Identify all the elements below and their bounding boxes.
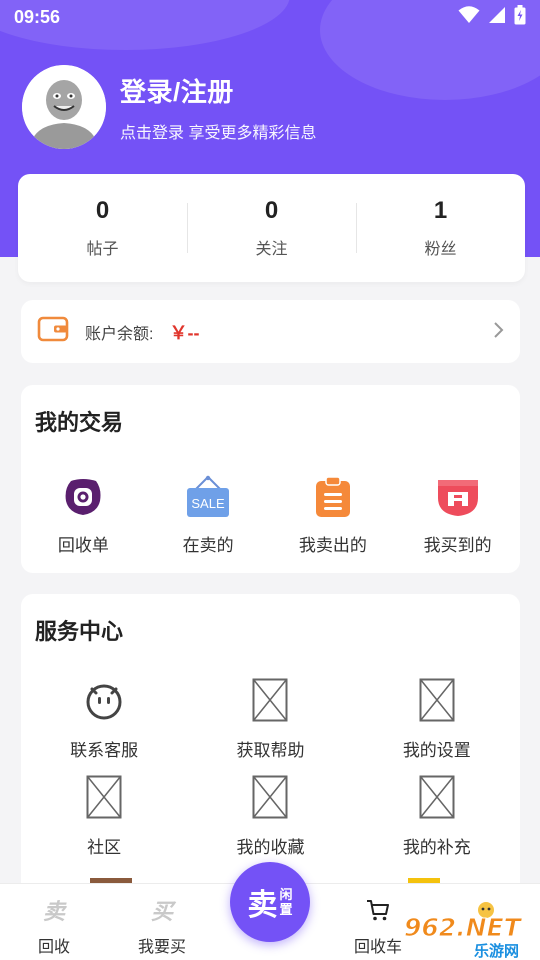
svg-text:卖: 卖 xyxy=(43,900,68,922)
image-placeholder-icon xyxy=(82,775,126,819)
image-placeholder-icon xyxy=(415,678,459,722)
sell-idle-button[interactable]: 卖 闲 置 xyxy=(230,862,310,942)
trade-item-label: 我卖出的 xyxy=(298,536,367,555)
trade-item-label: 我买到的 xyxy=(423,536,492,555)
purchased-bag-icon xyxy=(436,475,480,519)
trade-item-bought[interactable]: 我买到的 xyxy=(395,475,520,556)
service-item-label: 我的收藏 xyxy=(236,838,305,857)
my-trades-section: 我的交易 回收单 SALE 在卖的 我卖出的 我买到的 xyxy=(21,385,520,573)
nav-label: 我要买 xyxy=(137,939,186,956)
clipboard-icon xyxy=(311,475,355,519)
image-placeholder-icon xyxy=(248,678,292,722)
svg-text:962.NET: 962.NET xyxy=(404,913,523,942)
cart-icon xyxy=(365,898,391,927)
service-item-community[interactable]: 社区 xyxy=(21,775,187,872)
sell-button-main: 卖 xyxy=(247,889,278,922)
stat-value: 1 xyxy=(433,197,448,224)
sell-char-icon: 卖 xyxy=(39,898,69,927)
service-item-label: 获取帮助 xyxy=(236,741,305,760)
stat-label: 关注 xyxy=(255,241,288,258)
balance-value: ￥-- xyxy=(169,322,200,343)
service-item-label: 社区 xyxy=(87,838,122,857)
service-item-get-help[interactable]: 获取帮助 xyxy=(187,678,353,775)
stat-value: 0 xyxy=(95,197,110,224)
service-item-label: 联系客服 xyxy=(70,741,139,760)
account-balance-row[interactable]: 账户余额: ￥-- xyxy=(21,300,520,363)
trade-item-label: 在卖的 xyxy=(182,536,234,555)
section-title: 我的交易 xyxy=(35,410,124,435)
status-bar: 09:56 xyxy=(0,0,540,34)
site-watermark-logo: 962.NET 乐游网 xyxy=(402,900,540,960)
svg-text:买: 买 xyxy=(151,900,177,922)
trade-item-selling[interactable]: SALE 在卖的 xyxy=(146,475,271,556)
stat-label: 帖子 xyxy=(86,241,119,258)
service-item-favorites[interactable]: 我的收藏 xyxy=(187,775,353,872)
section-title: 服务中心 xyxy=(35,619,124,644)
stat-label: 粉丝 xyxy=(424,241,457,258)
service-center-section: 服务中心 联系客服 获取帮助 我的设置 社区 我的收藏 我的补充 xyxy=(21,594,520,894)
image-placeholder-icon xyxy=(248,775,292,819)
battery-icon xyxy=(514,4,526,30)
profile-login-area[interactable]: 登录/注册 点击登录 享受更多精彩信息 xyxy=(22,65,316,149)
nav-label: 回收 xyxy=(37,939,70,956)
service-item-settings[interactable]: 我的设置 xyxy=(354,678,520,775)
sell-button-sub: 闲 置 xyxy=(279,887,292,917)
status-time: 09:56 xyxy=(14,6,61,27)
svg-text:SALE: SALE xyxy=(192,496,226,511)
recycle-order-icon xyxy=(61,475,105,519)
trade-item-recycle-orders[interactable]: 回收单 xyxy=(21,475,146,556)
trade-item-sold[interactable]: 我卖出的 xyxy=(271,475,396,556)
sale-sign-icon: SALE xyxy=(186,475,230,519)
avatar[interactable] xyxy=(22,65,106,149)
login-subtitle: 点击登录 享受更多精彩信息 xyxy=(120,124,317,142)
stat-value: 0 xyxy=(264,197,279,224)
svg-text:乐游网: 乐游网 xyxy=(474,942,519,960)
profile-text: 登录/注册 点击登录 享受更多精彩信息 xyxy=(120,72,316,143)
stat-followers[interactable]: 1 粉丝 xyxy=(356,197,525,259)
service-item-label: 我的设置 xyxy=(402,741,471,760)
stat-posts[interactable]: 0 帖子 xyxy=(18,197,187,259)
service-item-label: 我的补充 xyxy=(402,838,471,857)
sell-button-sub-char: 置 xyxy=(279,902,293,917)
stat-following[interactable]: 0 关注 xyxy=(187,197,356,259)
wallet-icon xyxy=(37,315,69,348)
service-item-contact-support[interactable]: 联系客服 xyxy=(21,678,187,775)
wifi-icon xyxy=(458,5,480,29)
chevron-right-icon xyxy=(492,319,504,345)
trade-item-label: 回收单 xyxy=(57,536,109,555)
nav-recycle[interactable]: 卖 回收 xyxy=(0,884,108,960)
robot-face-icon xyxy=(82,678,126,722)
stats-card: 0 帖子 0 关注 1 粉丝 xyxy=(18,174,525,282)
image-placeholder-icon xyxy=(415,775,459,819)
service-item-supplement[interactable]: 我的补充 xyxy=(354,775,520,872)
signal-icon xyxy=(488,6,506,29)
nav-label: 回收车 xyxy=(353,939,402,956)
balance-label: 账户余额: xyxy=(85,325,154,343)
service-grid: 联系客服 获取帮助 我的设置 社区 我的收藏 我的补充 xyxy=(21,678,520,872)
login-register-title[interactable]: 登录/注册 xyxy=(120,72,316,109)
status-icons xyxy=(458,4,526,30)
nav-buy[interactable]: 买 我要买 xyxy=(108,884,216,960)
sell-button-sub-char: 闲 xyxy=(279,887,293,902)
buy-char-icon: 买 xyxy=(147,898,177,927)
trade-items: 回收单 SALE 在卖的 我卖出的 我买到的 xyxy=(21,475,520,556)
